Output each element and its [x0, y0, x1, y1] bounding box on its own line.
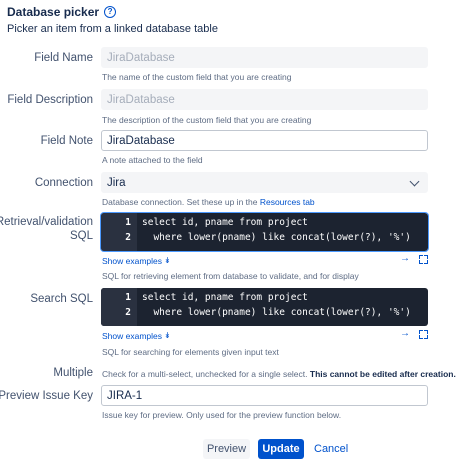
search-sql-description: SQL for searching for elements given inp… [102, 347, 279, 357]
update-button[interactable]: Update [258, 439, 304, 459]
connection-selected-value: Jira [107, 176, 126, 189]
page-title: Database picker [7, 5, 100, 19]
code-line[interactable]: where lower(pname) like concat(lower(?),… [142, 232, 410, 243]
resources-tab-link[interactable]: Resources tab [260, 197, 315, 207]
code-line[interactable]: select id, pname from project [142, 217, 308, 228]
multiple-description: Check for a multi-select, unchecked for … [102, 369, 456, 379]
code-line[interactable]: where lower(pname) like concat(lower(?),… [142, 307, 410, 318]
help-icon[interactable]: ? [104, 6, 117, 18]
double-chevron-down-icon: ↡ [164, 331, 171, 340]
double-chevron-down-icon: ↡ [164, 256, 171, 265]
preview-issue-key-label: Preview Issue Key [0, 390, 93, 402]
connection-select[interactable]: Jira [101, 172, 428, 193]
line-number: 2 [125, 307, 131, 318]
preview-button[interactable]: Preview [203, 439, 250, 459]
show-examples-link[interactable]: Show examples [102, 331, 162, 341]
connection-description: Database connection. Set these up in the… [102, 197, 315, 207]
dialog-header: Database picker ? Picker an item from a … [7, 5, 218, 35]
multiple-description-text: Check for a multi-select, unchecked for … [102, 369, 310, 379]
chevron-down-icon [409, 176, 420, 186]
retrieval-show-examples[interactable]: Show examples ↡ [102, 256, 171, 266]
search-code-tools: → [400, 329, 428, 339]
multiple-label: Multiple [53, 367, 93, 379]
field-description-input[interactable]: JiraDatabase [101, 89, 428, 110]
retrieval-sql-label-line2: SQL [69, 230, 93, 242]
line-number: 1 [125, 217, 131, 228]
code-line[interactable]: select id, pname from project [142, 292, 308, 303]
arrow-right-icon[interactable]: → [400, 329, 410, 339]
field-name-description: The name of the custom field that you ar… [102, 72, 292, 82]
field-note-input[interactable]: JiraDatabase [101, 130, 428, 151]
connection-label: Connection [34, 177, 93, 189]
search-sql-editor[interactable]: 1 select id, pname from project 2 where … [101, 288, 428, 326]
line-number: 1 [125, 292, 131, 303]
arrow-right-icon[interactable]: → [400, 254, 410, 264]
connection-description-text: Database connection. Set these up in the [102, 197, 260, 207]
expand-icon[interactable] [419, 329, 428, 339]
show-examples-link[interactable]: Show examples [102, 256, 162, 266]
expand-icon[interactable] [419, 254, 428, 264]
field-name-label: Field Name [34, 52, 93, 64]
search-show-examples[interactable]: Show examples ↡ [102, 331, 171, 341]
preview-issue-key-input[interactable]: JIRA-1 [101, 385, 428, 406]
retrieval-sql-label-line1: Retrieval/validation [0, 216, 93, 228]
title-row: Database picker ? [7, 5, 218, 19]
field-description-label: Field Description [7, 94, 93, 106]
retrieval-code-tools: → [400, 254, 428, 264]
retrieval-sql-label: Retrieval/validation SQL [0, 215, 93, 243]
line-number: 2 [125, 232, 131, 243]
field-description-description: The description of the custom field that… [102, 115, 312, 125]
search-sql-label: Search SQL [30, 293, 93, 305]
dialog-buttons: Preview Update Cancel [203, 439, 350, 459]
page-subtitle: Picker an item from a linked database ta… [7, 23, 218, 35]
retrieval-sql-editor[interactable]: 1 select id, pname from project 2 where … [100, 212, 429, 252]
retrieval-sql-description: SQL for retrieving element from database… [102, 271, 359, 281]
field-note-description: A note attached to the field [102, 155, 203, 165]
field-name-input[interactable]: JiraDatabase [101, 47, 428, 68]
multiple-warning-text: This cannot be edited after creation. [309, 369, 456, 379]
cancel-button[interactable]: Cancel [312, 439, 350, 459]
field-note-label: Field Note [40, 135, 93, 147]
preview-issue-key-description: Issue key for preview. Only used for the… [102, 410, 342, 420]
